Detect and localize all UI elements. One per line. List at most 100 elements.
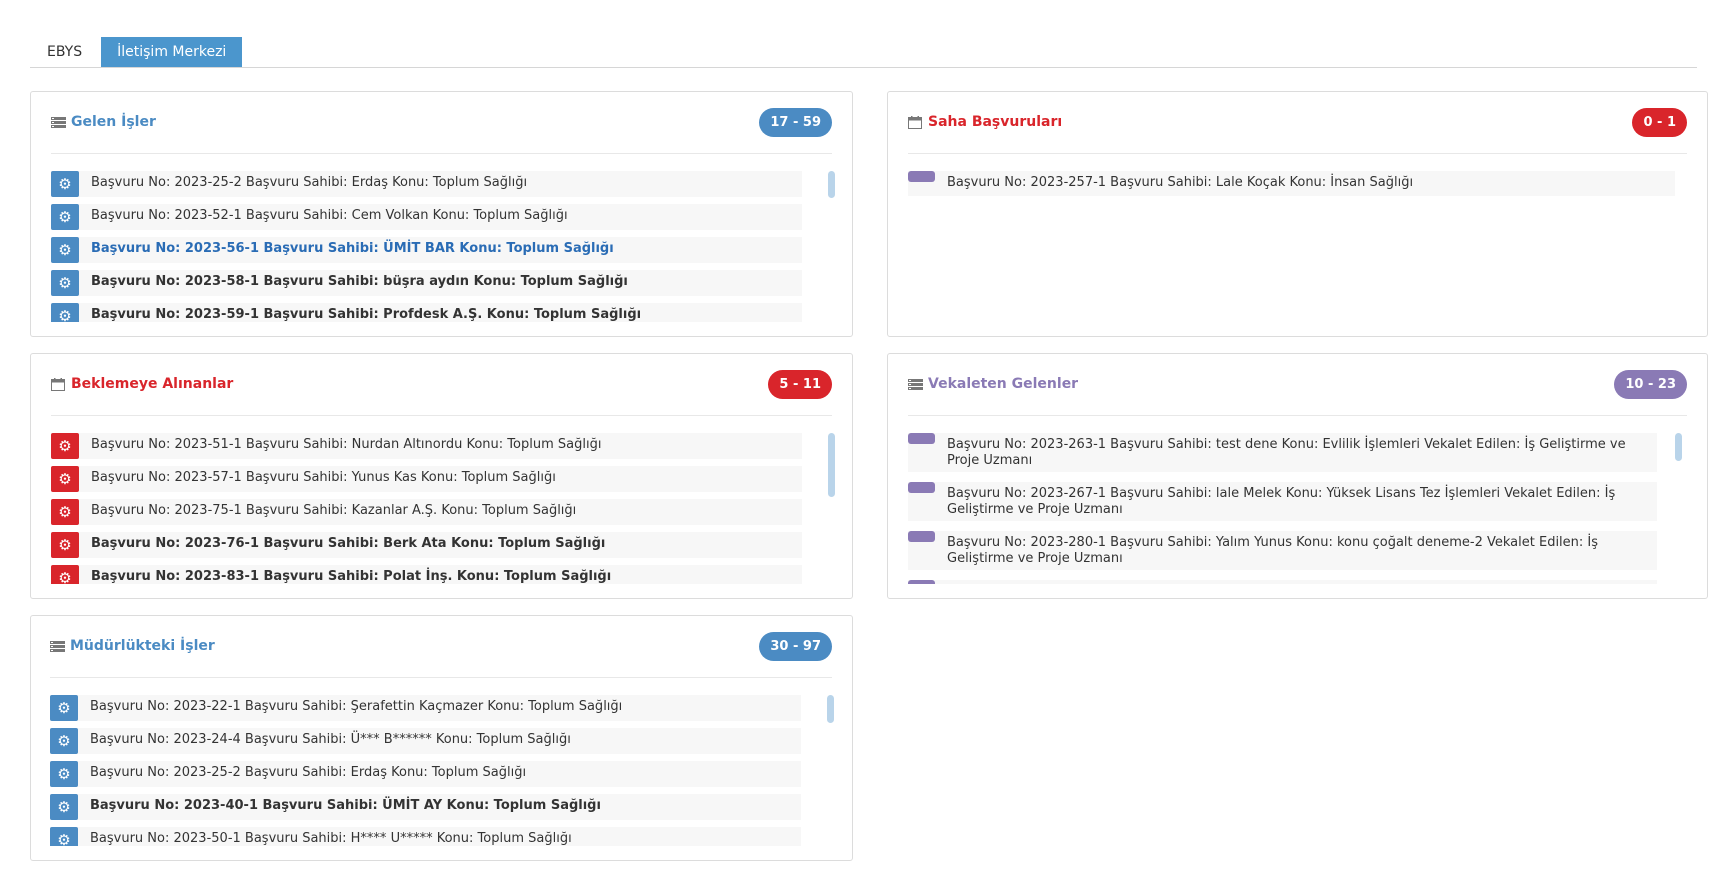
tag-icon[interactable] — [908, 171, 935, 182]
list-item-text[interactable]: Başvuru No: 2023-263-1 Başvuru Sahibi: t… — [935, 433, 1649, 472]
scrollbar-thumb[interactable] — [828, 433, 835, 497]
panel-header: Vekaleten Gelenler 10 - 23 — [908, 354, 1687, 416]
scrollbar-thumb[interactable] — [1675, 433, 1682, 461]
list-item[interactable]: ⚙ Başvuru No: 2023-40-1 Başvuru Sahibi: Ü… — [50, 794, 801, 820]
list-icon — [51, 116, 66, 128]
list-item[interactable]: ⚙ Başvuru No: 2023-50-1 Başvuru Sahibi: H… — [50, 827, 801, 846]
list-icon — [50, 640, 65, 652]
gears-icon[interactable]: ⚙ — [51, 237, 79, 263]
list-item[interactable]: ⚙ Başvuru No: 2023-83-1 Başvuru Sahibi: P… — [51, 565, 802, 584]
count-badge: 0 - 1 — [1632, 108, 1687, 137]
tag-icon[interactable] — [908, 482, 935, 493]
list-item-text[interactable]: Başvuru No: 2023-51-1 Başvuru Sahibi: Nu… — [79, 433, 601, 456]
item-list: ⚙ Başvuru No: 2023-51-1 Başvuru Sahibi: N… — [51, 433, 832, 584]
panel-mudurlukteki-isler: Müdürlükteki İşler 30 - 97 ⚙ Başvuru No: … — [30, 615, 853, 861]
panel-title-wrap: Vekaleten Gelenler — [908, 376, 1078, 392]
item-list: ⚙ Başvuru No: 2023-22-1 Başvuru Sahibi: Ş… — [50, 695, 832, 846]
list-item-text[interactable]: Başvuru No: 2023-25-2 Başvuru Sahibi: Er… — [79, 171, 527, 194]
count-badge: 5 - 11 — [768, 370, 832, 399]
gears-icon[interactable]: ⚙ — [50, 695, 78, 721]
count-badge: 17 - 59 — [759, 108, 832, 137]
list-icon — [908, 378, 923, 390]
list-item[interactable] — [908, 580, 1657, 584]
list-item[interactable]: Başvuru No: 2023-280-1 Başvuru Sahibi: Y… — [908, 531, 1657, 570]
gears-icon[interactable]: ⚙ — [51, 204, 79, 230]
panel-header: Gelen İşler 17 - 59 — [51, 92, 832, 154]
list-item-text[interactable]: Başvuru No: 2023-50-1 Başvuru Sahibi: H*… — [78, 827, 572, 846]
list-item-text[interactable]: Başvuru No: 2023-24-4 Başvuru Sahibi: Ü*… — [78, 728, 571, 751]
list-item[interactable]: ⚙ Başvuru No: 2023-25-2 Başvuru Sahibi: E… — [50, 761, 801, 787]
list-item[interactable]: ⚙ Başvuru No: 2023-52-1 Başvuru Sahibi: C… — [51, 204, 802, 230]
list-item-text[interactable]: Başvuru No: 2023-75-1 Başvuru Sahibi: Ka… — [79, 499, 576, 522]
scrollbar-thumb[interactable] — [827, 695, 834, 723]
gears-icon[interactable]: ⚙ — [51, 565, 79, 584]
list-item[interactable]: ⚙ Başvuru No: 2023-24-4 Başvuru Sahibi: Ü… — [50, 728, 801, 754]
list-item-text[interactable]: Başvuru No: 2023-57-1 Başvuru Sahibi: Yu… — [79, 466, 556, 489]
panel-title-wrap: Gelen İşler — [51, 114, 156, 130]
list-item[interactable]: Başvuru No: 2023-267-1 Başvuru Sahibi: l… — [908, 482, 1657, 521]
list-item-text[interactable]: Başvuru No: 2023-257-1 Başvuru Sahibi: L… — [935, 171, 1413, 194]
gears-icon[interactable]: ⚙ — [51, 303, 79, 322]
list-item[interactable]: Başvuru No: 2023-257-1 Başvuru Sahibi: L… — [908, 171, 1675, 196]
list-item[interactable]: ⚙ Başvuru No: 2023-58-1 Başvuru Sahibi: b… — [51, 270, 802, 296]
tab-iletisim-merkezi[interactable]: İletişim Merkezi — [101, 37, 243, 67]
gears-icon[interactable]: ⚙ — [51, 499, 79, 525]
list-item[interactable]: ⚙ Başvuru No: 2023-51-1 Başvuru Sahibi: N… — [51, 433, 802, 459]
gears-icon[interactable]: ⚙ — [51, 171, 79, 197]
count-badge: 10 - 23 — [1614, 370, 1687, 399]
list-item-text[interactable]: Başvuru No: 2023-267-1 Başvuru Sahibi: l… — [935, 482, 1649, 521]
panel-title-wrap: Müdürlükteki İşler — [50, 638, 215, 654]
gears-icon[interactable]: ⚙ — [51, 270, 79, 296]
panel-title-wrap: Beklemeye Alınanlar — [51, 376, 233, 392]
list-item[interactable]: ⚙ Başvuru No: 2023-22-1 Başvuru Sahibi: Ş… — [50, 695, 801, 721]
panel-title-wrap: Saha Başvuruları — [908, 114, 1062, 130]
calendar-icon — [908, 115, 922, 129]
list-item[interactable]: ⚙ Başvuru No: 2023-59-1 Başvuru Sahibi: P… — [51, 303, 802, 322]
item-list: ⚙ Başvuru No: 2023-25-2 Başvuru Sahibi: E… — [51, 171, 832, 322]
gears-icon[interactable]: ⚙ — [51, 433, 79, 459]
scrollbar-thumb[interactable] — [828, 171, 835, 198]
tab-bar: EBYS İletişim Merkezi — [30, 31, 1697, 68]
panel-title[interactable]: Müdürlükteki İşler — [70, 638, 215, 654]
list-item-text[interactable]: Başvuru No: 2023-280-1 Başvuru Sahibi: Y… — [935, 531, 1649, 570]
panel-title[interactable]: Gelen İşler — [71, 114, 156, 130]
list-item[interactable]: Başvuru No: 2023-263-1 Başvuru Sahibi: t… — [908, 433, 1657, 472]
item-list: Başvuru No: 2023-257-1 Başvuru Sahibi: L… — [908, 171, 1687, 324]
list-item-text[interactable]: Başvuru No: 2023-22-1 Başvuru Sahibi: Şe… — [78, 695, 622, 718]
list-item-text[interactable]: Başvuru No: 2023-56-1 Başvuru Sahibi: ÜM… — [79, 237, 614, 260]
list-item-text[interactable]: Başvuru No: 2023-59-1 Başvuru Sahibi: Pr… — [79, 303, 641, 322]
list-item-text[interactable]: Başvuru No: 2023-76-1 Başvuru Sahibi: Be… — [79, 532, 605, 555]
gears-icon[interactable]: ⚙ — [50, 827, 78, 846]
item-list: Başvuru No: 2023-263-1 Başvuru Sahibi: t… — [908, 433, 1687, 584]
list-item-text[interactable]: Başvuru No: 2023-83-1 Başvuru Sahibi: Po… — [79, 565, 611, 584]
list-item-text[interactable]: Başvuru No: 2023-52-1 Başvuru Sahibi: Ce… — [79, 204, 568, 227]
tab-ebys[interactable]: EBYS — [30, 37, 99, 67]
panel-saha-basvurulari: Saha Başvuruları 0 - 1 Başvuru No: 2023-… — [887, 91, 1708, 337]
list-item[interactable]: ⚙ Başvuru No: 2023-56-1 Başvuru Sahibi: Ü… — [51, 237, 802, 263]
gears-icon[interactable]: ⚙ — [50, 761, 78, 787]
list-item[interactable]: ⚙ Başvuru No: 2023-25-2 Başvuru Sahibi: E… — [51, 171, 802, 197]
list-item[interactable]: ⚙ Başvuru No: 2023-76-1 Başvuru Sahibi: B… — [51, 532, 802, 558]
list-item[interactable]: ⚙ Başvuru No: 2023-57-1 Başvuru Sahibi: Y… — [51, 466, 802, 492]
panel-title[interactable]: Beklemeye Alınanlar — [71, 376, 233, 392]
panel-title[interactable]: Vekaleten Gelenler — [928, 376, 1078, 392]
panel-header: Beklemeye Alınanlar 5 - 11 — [51, 354, 832, 416]
panel-beklemeye-alinanlar: Beklemeye Alınanlar 5 - 11 ⚙ Başvuru No: … — [30, 353, 853, 599]
list-item[interactable]: ⚙ Başvuru No: 2023-75-1 Başvuru Sahibi: K… — [51, 499, 802, 525]
count-badge: 30 - 97 — [759, 632, 832, 661]
gears-icon[interactable]: ⚙ — [50, 794, 78, 820]
gears-icon[interactable]: ⚙ — [51, 466, 79, 492]
list-item-text[interactable]: Başvuru No: 2023-58-1 Başvuru Sahibi: bü… — [79, 270, 628, 293]
panel-header: Saha Başvuruları 0 - 1 — [908, 92, 1687, 154]
calendar-icon — [51, 377, 65, 391]
gears-icon[interactable]: ⚙ — [50, 728, 78, 754]
list-item-text[interactable]: Başvuru No: 2023-25-2 Başvuru Sahibi: Er… — [78, 761, 526, 784]
tag-icon[interactable] — [908, 531, 935, 542]
panel-title[interactable]: Saha Başvuruları — [928, 114, 1062, 130]
panel-gelen-isler: Gelen İşler 17 - 59 ⚙ Başvuru No: 2023-25… — [30, 91, 853, 337]
tag-icon[interactable] — [908, 433, 935, 444]
list-item-text[interactable]: Başvuru No: 2023-40-1 Başvuru Sahibi: ÜM… — [78, 794, 601, 817]
panel-vekaleten-gelenler: Vekaleten Gelenler 10 - 23 Başvuru No: 2… — [887, 353, 1708, 599]
tag-icon[interactable] — [908, 580, 935, 584]
gears-icon[interactable]: ⚙ — [51, 532, 79, 558]
